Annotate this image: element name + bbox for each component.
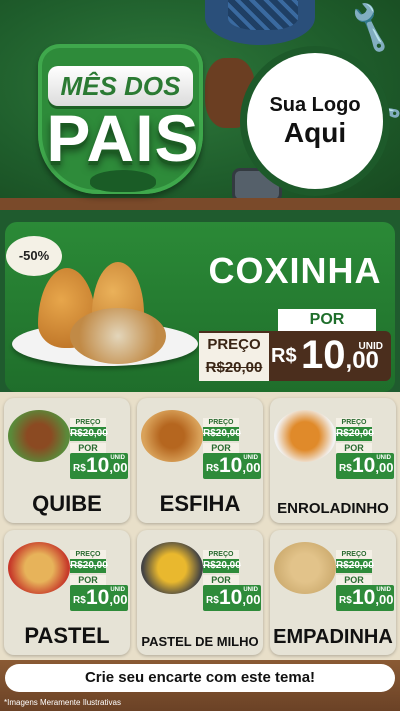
product-card-esfiha[interactable]: PREÇO R$20,00 POR R$ 10,00 UNID ESFIHA: [137, 398, 263, 523]
currency-symbol: R$: [339, 463, 352, 474]
price-tag: PREÇO R$20,00 POR R$ 10,00 UNID: [203, 418, 261, 479]
logo-placeholder[interactable]: Sua Logo Aqui: [240, 46, 390, 196]
logo-text-line1: Sua Logo: [269, 93, 361, 116]
price-tag: PREÇO R$20,00 POR R$ 10,00 UNID: [70, 418, 128, 479]
por-label: POR: [203, 575, 239, 585]
product-name: PASTEL: [24, 623, 110, 648]
price-cents: ,00: [109, 592, 128, 607]
tie-pattern-decoration: [228, 0, 298, 30]
quibe-image: [8, 410, 70, 462]
mustache-icon: [90, 170, 156, 192]
preco-label: PREÇO: [70, 550, 106, 559]
product-card-pastel-de-milho[interactable]: PREÇO R$20,00 POR R$ 10,00 UNID PASTEL D…: [137, 530, 263, 655]
product-name: PASTEL DE MILHO: [141, 634, 259, 649]
new-price: R$ 10,00 UNID: [336, 585, 394, 611]
product-name: EMPADINHA: [273, 626, 393, 648]
price-integer: 10: [219, 454, 243, 477]
unit-label: UNID: [376, 587, 391, 593]
por-label: POR: [70, 443, 106, 453]
preco-label: PREÇO: [336, 418, 372, 427]
price-tag: PREÇO R$20,00 POR R$ 10,00 UNID: [336, 550, 394, 611]
unit-label: UNID: [110, 455, 125, 461]
price-tag: PREÇO R$20,00 POR R$ 10,00 UNID: [70, 550, 128, 611]
price-tag: PREÇO R$20,00 POR R$ 10,00 UNID: [203, 550, 261, 611]
featured-por-label: POR: [278, 309, 376, 331]
product-name: ESFIHA: [159, 491, 241, 516]
empadinha-image: [274, 542, 336, 594]
cta-button[interactable]: Crie seu encarte com este tema!: [5, 664, 395, 692]
old-price: R$20,00: [203, 427, 241, 441]
featured-product-name: COXINHA: [208, 250, 382, 291]
logo-text-line2: Aqui: [283, 116, 347, 148]
product-card-enroladinho[interactable]: PREÇO R$20,00 POR R$ 10,00 UNID ENROLADI…: [270, 398, 396, 523]
old-price: R$20,00: [336, 559, 374, 573]
logo-circle: Sua Logo Aqui: [247, 53, 383, 189]
unit-label: UNID: [376, 455, 391, 461]
old-price: R$20,00: [70, 427, 108, 441]
currency-symbol: R$: [271, 345, 297, 367]
new-price: R$ 10,00 UNID: [336, 453, 394, 479]
price-integer: 10: [86, 454, 110, 477]
title-main: PAIS: [46, 101, 200, 175]
price-integer: 10: [301, 333, 346, 377]
por-label: POR: [336, 575, 372, 585]
disclaimer-text: *Imagens Meramente Ilustrativas: [4, 698, 121, 707]
new-price: R$ 10,00 UNID: [70, 585, 128, 611]
product-card-empadinha[interactable]: PREÇO R$20,00 POR R$ 10,00 UNID EMPADINH…: [270, 530, 396, 655]
por-label: POR: [70, 575, 106, 585]
price-integer: 10: [219, 586, 243, 609]
unit-label: UNID: [358, 341, 383, 352]
esfiha-image: [141, 410, 203, 462]
product-name: QUIBE: [32, 491, 102, 516]
featured-new-price: R$ 10,00: [271, 333, 379, 378]
product-name: ENROLADINHO: [277, 500, 389, 517]
pastel-image: [8, 542, 70, 594]
unit-label: UNID: [243, 455, 258, 461]
title-badge: MÊS DOS PAIS: [18, 44, 218, 204]
new-price: R$ 10,00 UNID: [203, 585, 261, 611]
price-cents: ,00: [375, 592, 394, 607]
product-card-pastel[interactable]: PREÇO R$20,00 POR R$ 10,00 UNID PASTEL: [4, 530, 130, 655]
old-price: R$20,00: [203, 559, 241, 573]
unit-label: UNID: [110, 587, 125, 593]
por-label: POR: [336, 443, 372, 453]
featured-old-price: R$20,00: [205, 359, 263, 376]
por-label: POR: [203, 443, 239, 453]
price-cents: ,00: [109, 460, 128, 475]
currency-symbol: R$: [206, 463, 219, 474]
preco-label: PREÇO: [70, 418, 106, 427]
new-price: R$ 10,00 UNID: [203, 453, 261, 479]
discount-badge: -50%: [6, 236, 62, 276]
preco-label: PREÇO: [203, 550, 239, 559]
wrench-icon: 🔧: [340, 0, 400, 56]
price-integer: 10: [86, 586, 110, 609]
currency-symbol: R$: [206, 595, 219, 606]
product-card-quibe[interactable]: PREÇO R$20,00 POR R$ 10,00 UNID QUIBE: [4, 398, 130, 523]
preco-label: PREÇO: [203, 418, 239, 427]
featured-preco-label: PREÇO: [199, 333, 269, 357]
price-cents: ,00: [375, 460, 394, 475]
preco-label: PREÇO: [336, 550, 372, 559]
old-price: R$20,00: [336, 427, 374, 441]
header-banner: 🔧 🔧 MÊS DOS PAIS Sua Logo Aqui: [0, 0, 400, 210]
currency-symbol: R$: [73, 595, 86, 606]
unit-label: UNID: [243, 587, 258, 593]
pastel-de-milho-image: [141, 542, 203, 594]
coxinha-image-cut: [70, 308, 166, 364]
currency-symbol: R$: [73, 463, 86, 474]
price-cents: ,00: [242, 592, 261, 607]
old-price: R$20,00: [70, 559, 108, 573]
price-tag: PREÇO R$20,00 POR R$ 10,00 UNID: [336, 418, 394, 479]
enroladinho-image: [274, 410, 336, 462]
currency-symbol: R$: [339, 595, 352, 606]
price-integer: 10: [352, 454, 376, 477]
price-integer: 10: [352, 586, 376, 609]
new-price: R$ 10,00 UNID: [70, 453, 128, 479]
price-cents: ,00: [242, 460, 261, 475]
